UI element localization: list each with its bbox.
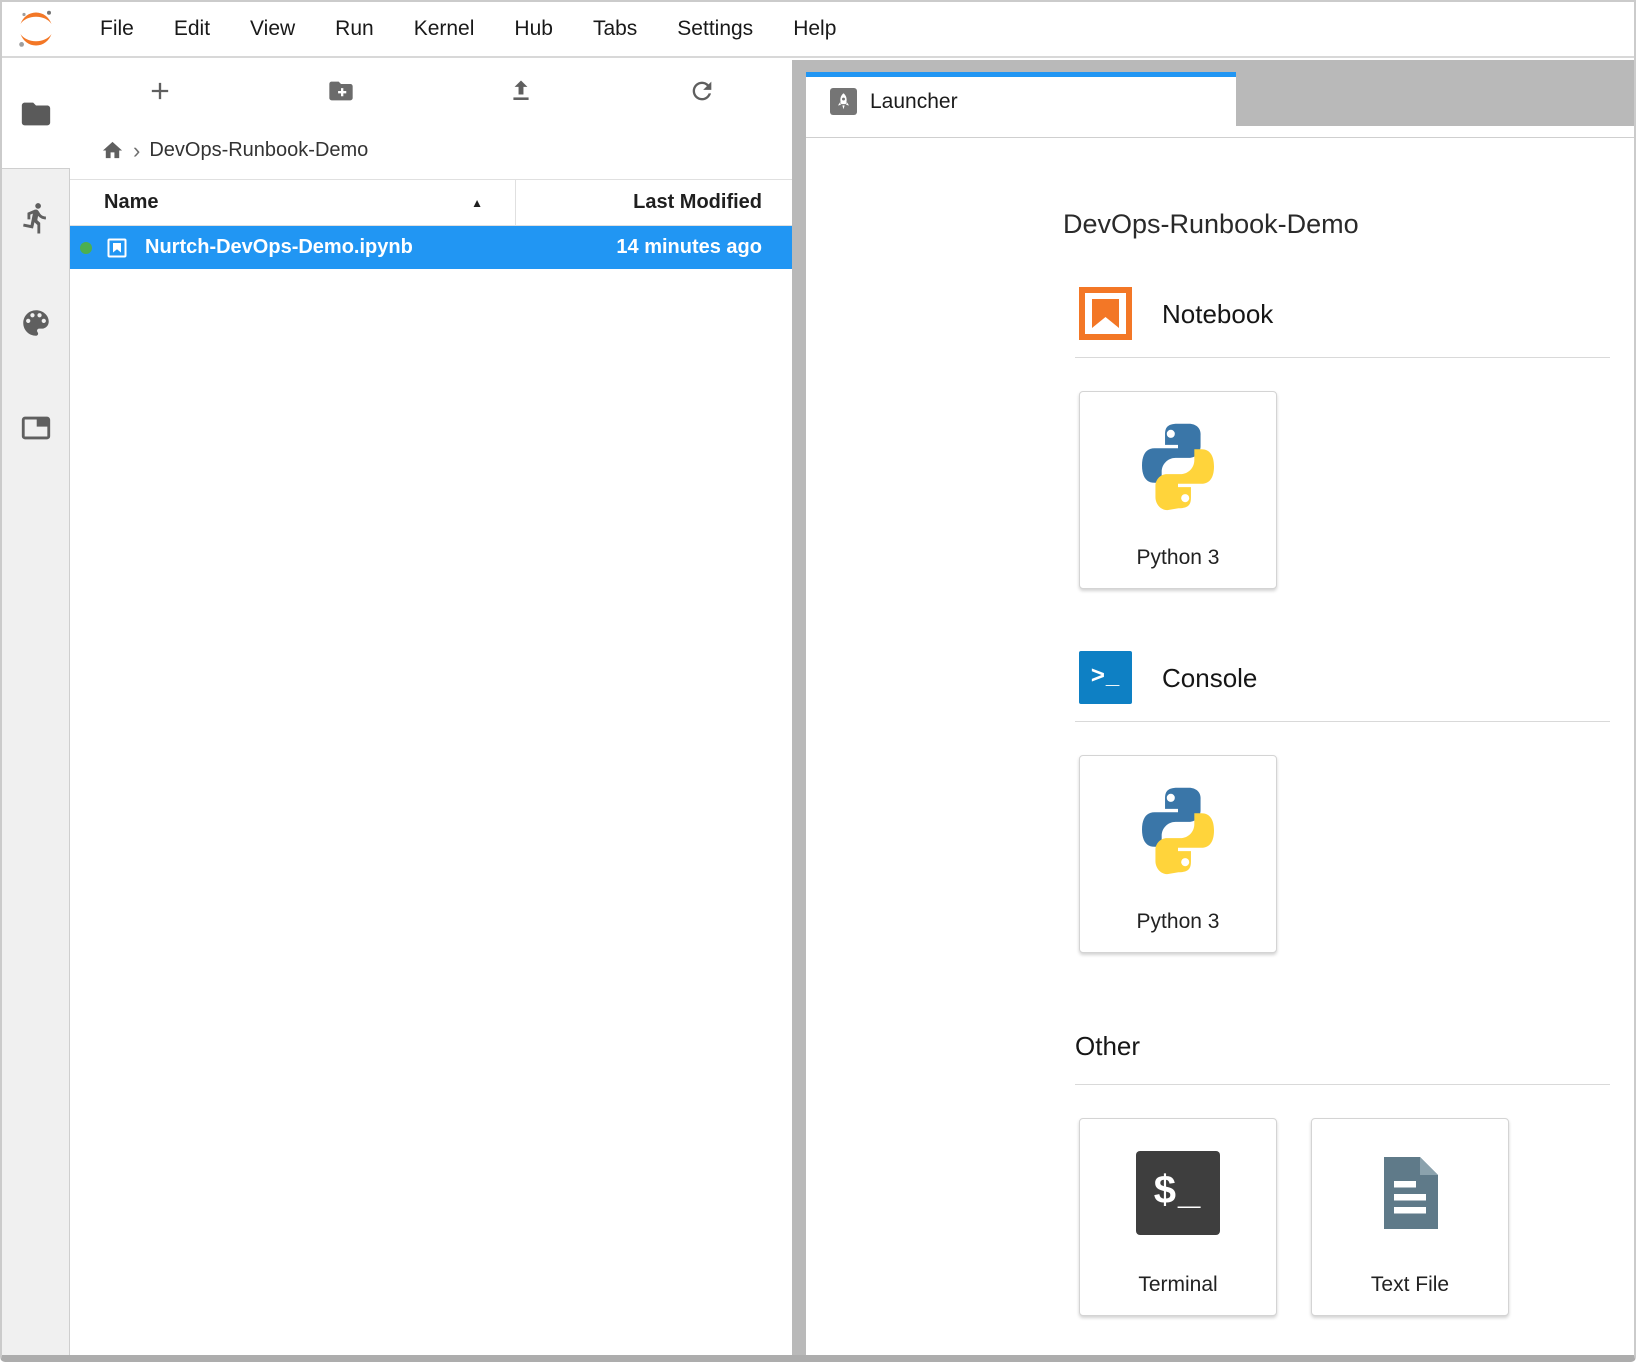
section-header-notebook: Notebook [1079,287,1610,340]
sidebar-item-running[interactable] [19,201,53,240]
dock-tab-bar: Launcher [806,60,1634,126]
notebook-icon [1079,287,1132,340]
column-name-label: Name [104,191,158,214]
jupyter-logo-icon [14,7,58,51]
sidebar-rail [2,168,70,1355]
panel-splitter[interactable] [792,60,806,1355]
menu-item-file[interactable]: File [80,17,154,41]
launcher-card-text-file[interactable]: Text File [1311,1118,1509,1316]
launcher-card-notebook-python3[interactable]: Python 3 [1079,391,1277,589]
console-cards: Python 3 [1079,755,1610,953]
section-divider [1075,1084,1610,1085]
file-list-header: Name ▲ Last Modified [70,179,792,226]
sidebar-item-files[interactable] [2,60,70,168]
upload-button[interactable] [431,77,612,105]
jupyterlab-window: File Edit View Run Kernel Hub Tabs Setti… [0,0,1636,1362]
menu-item-run[interactable]: Run [315,17,394,41]
menu-item-tabs[interactable]: Tabs [573,17,657,41]
terminal-icon: $_ [1130,1145,1226,1241]
home-icon[interactable] [101,139,124,162]
section-divider [1075,721,1610,722]
notebook-cards: Python 3 [1079,391,1610,589]
menu-item-help[interactable]: Help [773,17,856,41]
column-header-name[interactable]: Name ▲ [70,180,516,225]
text-file-icon [1362,1145,1458,1241]
menu-item-hub[interactable]: Hub [494,17,573,41]
python-logo-icon [1130,418,1226,514]
sidebar-item-commands[interactable] [19,306,53,345]
notebook-file-icon [105,236,129,260]
section-label-other: Other [1075,1031,1140,1061]
menu-item-view[interactable]: View [230,17,315,41]
section-header-other: Other [1075,1031,1610,1061]
sort-ascending-icon: ▲ [471,196,483,210]
running-man-icon [19,201,53,235]
new-folder-button[interactable] [251,77,432,105]
menu-bar: File Edit View Run Kernel Hub Tabs Setti… [2,2,1634,58]
sidebar-item-tabs[interactable] [19,411,53,450]
tab-launcher[interactable]: Launcher [806,72,1236,126]
card-label: Terminal [1138,1273,1217,1297]
card-label: Text File [1371,1273,1449,1297]
file-browser-toolbar [70,60,792,122]
breadcrumb-separator: › [133,141,140,161]
kernel-running-dot [80,242,92,254]
tabs-icon [19,411,53,445]
palette-icon [19,306,53,340]
console-icon: >_ [1079,651,1132,704]
launcher-rocket-icon [830,88,857,115]
card-label: Python 3 [1137,546,1220,570]
launcher-panel: DevOps-Runbook-Demo Notebook [806,138,1634,1355]
menu-items: File Edit View Run Kernel Hub Tabs Setti… [80,17,856,41]
file-browser: › DevOps-Runbook-Demo Name ▲ Last Modifi… [70,60,792,1355]
launcher-card-terminal[interactable]: $_ Terminal [1079,1118,1277,1316]
file-last-modified: 14 minutes ago [616,236,792,259]
upload-icon [507,77,535,105]
menu-item-edit[interactable]: Edit [154,17,230,41]
new-launcher-button[interactable] [70,77,251,105]
tab-launcher-label: Launcher [870,90,958,114]
refresh-icon [688,77,716,105]
section-divider [1075,357,1610,358]
column-header-last-modified[interactable]: Last Modified [516,191,792,214]
new-folder-icon [327,77,355,105]
file-row-selected[interactable]: Nurtch-DevOps-Demo.ipynb 14 minutes ago [70,226,792,269]
section-header-console: >_ Console [1079,651,1610,704]
menu-item-settings[interactable]: Settings [657,17,773,41]
breadcrumb-current-folder[interactable]: DevOps-Runbook-Demo [149,139,368,162]
menu-item-kernel[interactable]: Kernel [394,17,495,41]
main-dock: Launcher DevOps-Runbook-Demo Notebook [806,60,1634,1355]
launcher-card-console-python3[interactable]: Python 3 [1079,755,1277,953]
launcher-cwd-title: DevOps-Runbook-Demo [1063,208,1610,241]
workspace: › DevOps-Runbook-Demo Name ▲ Last Modifi… [2,60,1634,1355]
plus-icon [146,77,174,105]
card-label: Python 3 [1137,910,1220,934]
other-cards: $_ Terminal [1079,1118,1610,1316]
dock-top-border [806,126,1634,138]
folder-icon [19,97,53,131]
breadcrumb: › DevOps-Runbook-Demo [70,122,792,179]
section-label-notebook: Notebook [1162,299,1273,329]
left-sidebar [2,60,70,1355]
file-name: Nurtch-DevOps-Demo.ipynb [145,236,413,259]
python-logo-icon [1130,782,1226,878]
refresh-button[interactable] [612,77,793,105]
section-label-console: Console [1162,663,1257,693]
